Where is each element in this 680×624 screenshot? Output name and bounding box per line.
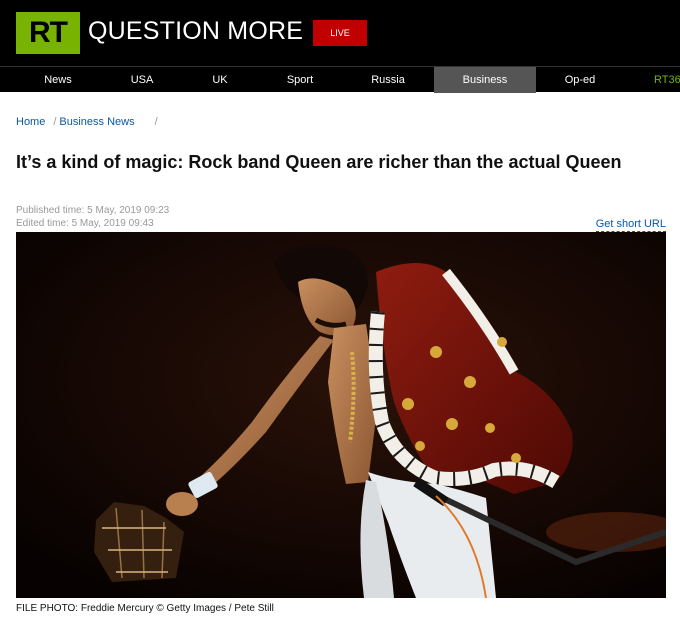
nav-item-rt360[interactable]: RT36 xyxy=(654,67,680,93)
get-short-url-link[interactable]: Get short URL xyxy=(595,218,666,232)
breadcrumb-separator: / xyxy=(154,116,158,128)
article-photo[interactable] xyxy=(16,232,666,598)
breadcrumb-business-news[interactable]: Business News xyxy=(59,116,134,128)
photo-caption: FILE PHOTO: Freddie Mercury © Getty Imag… xyxy=(16,603,274,614)
article-title: It’s a kind of magic: Rock band Queen ar… xyxy=(16,152,622,172)
site-tagline: QUESTION MORE xyxy=(88,17,304,45)
nav-item-russia[interactable]: Russia xyxy=(350,67,426,93)
site-header: RT QUESTION MORE LIVE xyxy=(0,0,680,66)
rt-logo-text: RT xyxy=(29,16,68,49)
nav-item-sport[interactable]: Sport xyxy=(262,67,338,93)
breadcrumb-home[interactable]: Home xyxy=(16,116,45,128)
breadcrumb: Home / Business News / xyxy=(16,116,158,128)
main-nav: News USA UK Sport Russia Business Op-ed … xyxy=(0,66,680,93)
breadcrumb-separator: / xyxy=(53,116,57,128)
nav-item-business[interactable]: Business xyxy=(434,67,536,93)
rt-logo[interactable]: RT xyxy=(16,12,80,54)
edited-time: Edited time: 5 May, 2019 09:43 xyxy=(16,218,154,229)
nav-item-usa[interactable]: USA xyxy=(104,67,180,93)
live-button[interactable]: LIVE xyxy=(313,20,367,46)
concert-photo-graphic xyxy=(16,232,666,598)
nav-item-op-ed[interactable]: Op-ed xyxy=(542,67,618,93)
nav-item-news[interactable]: News xyxy=(20,67,96,93)
nav-item-uk[interactable]: UK xyxy=(182,67,258,93)
published-time: Published time: 5 May, 2019 09:23 xyxy=(16,205,170,216)
